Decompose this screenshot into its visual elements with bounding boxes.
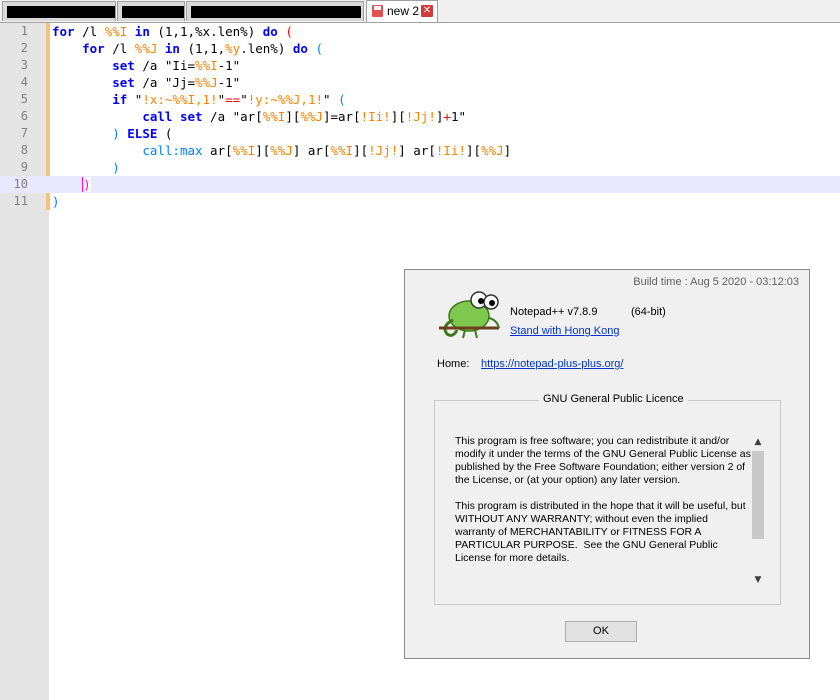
scroll-down-icon[interactable]: ▼ [751,573,765,587]
line-number: 2 [20,41,28,55]
code-line: 8 call:max ar[%%I][%%J] ar[%%I][!Jj!] ar… [0,142,840,159]
line-number: 7 [20,126,28,140]
current-code-line: 10 ) [0,176,840,193]
scroll-thumb[interactable] [752,451,764,539]
line-number: 3 [20,58,28,72]
line-number: 8 [20,143,28,157]
tab-label: new 2 [387,4,420,18]
tab-redacted-2[interactable] [117,1,185,21]
code-line: 11 ) [0,193,840,210]
redaction-bar [7,6,115,18]
ok-button[interactable]: OK [565,621,637,642]
code-line: 5 if "!x:~%%I,1!"=="!y:~%%J,1!" ( [0,91,840,108]
code-line: 6 call set /a "ar[%%I][%%J]=ar[!Ii!][!Jj… [0,108,840,125]
tab-new-2[interactable]: new 2 ✕ [366,0,438,22]
slogan-link[interactable]: Stand with Hong Kong [510,325,619,337]
code-line: 1 for /l %%I in (1,1,%x.len%) do ( [0,23,840,40]
unsaved-file-icon [372,5,383,17]
tab-redacted-3[interactable] [186,1,364,21]
license-group: GNU General Public Licence This program … [434,393,781,605]
build-time: Build time : Aug 5 2020 - 03:12:03 [633,276,799,288]
architecture-label: (64-bit) [631,306,666,318]
code-text: ) [52,194,60,209]
code-line: 7 ) ELSE ( [0,125,840,142]
code-text: call:max ar[%%I][%%J] ar[%%I][!Jj!] ar[!… [142,143,512,158]
code-line: 3 set /a "Ii=%%I-1" [0,57,840,74]
code-text: set /a "Jj=%%J-1" [112,75,241,90]
code-line: 2 for /l %%J in (1,1,%y.len%) do ( [0,40,840,57]
license-text[interactable]: This program is free software; you can r… [455,435,751,581]
code-text: if "!x:~%%I,1!"=="!y:~%%J,1!" ( [112,92,346,107]
tab-bar: new 2 ✕ [0,0,840,23]
line-number: 10 [13,177,28,191]
about-dialog: Build time : Aug 5 2020 - 03:12:03 Notep… [404,269,810,659]
line-number: 4 [20,75,28,89]
code-text: ) [112,160,120,175]
code-text: for /l %%I in (1,1,%x.len%) do ( [52,24,293,39]
home-url-link[interactable]: https://notepad-plus-plus.org/ [481,358,623,370]
code-text: ) ELSE ( [112,126,173,141]
code-line: 9 ) [0,159,840,176]
home-label: Home: [437,358,470,370]
editor-text-area[interactable]: 1 for /l %%I in (1,1,%x.len%) do ( 2 for… [0,23,840,210]
code-text: set /a "Ii=%%I-1" [112,58,241,73]
line-number: 9 [20,160,28,174]
code-text: for /l %%J in (1,1,%y.len%) do ( [82,41,323,56]
line-number: 11 [13,194,28,208]
code-text: call set /a "ar[%%I][%%J]=ar[!Ii!][!Jj!]… [142,109,467,124]
redaction-bar [122,6,184,18]
license-title: GNU General Public Licence [539,393,688,405]
scroll-up-icon[interactable]: ▲ [751,435,765,449]
close-tab-icon[interactable]: ✕ [421,5,433,17]
license-scrollbar[interactable]: ▲ ▼ [751,435,765,587]
line-number: 1 [20,24,28,38]
code-text: ) [82,177,91,192]
chameleon-logo-icon [439,291,500,339]
code-line: 4 set /a "Jj=%%J-1" [0,74,840,91]
tab-redacted-1[interactable] [2,1,116,21]
app-version: Notepad++ v7.8.9 [510,306,598,318]
redaction-bar [191,6,361,18]
line-number: 6 [20,109,28,123]
line-number: 5 [20,92,28,106]
